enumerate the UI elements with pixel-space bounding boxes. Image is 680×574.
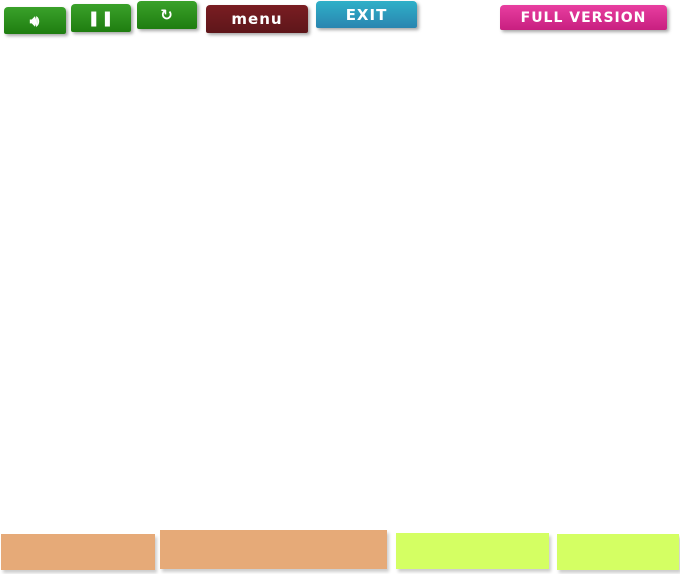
- lime-panel-1: [396, 533, 549, 569]
- speaker-icon: 🔊︎: [29, 11, 41, 30]
- orange-panel-2: [160, 530, 387, 569]
- lime-panel-2: [557, 534, 679, 570]
- menu-button[interactable]: menu: [206, 5, 308, 33]
- sound-button[interactable]: 🔊︎: [4, 7, 66, 34]
- pause-button[interactable]: ❚❚: [71, 4, 131, 32]
- pause-icon: ❚❚: [87, 9, 115, 27]
- orange-panel-1: [1, 534, 155, 570]
- refresh-icon: ↻: [160, 6, 174, 24]
- full-version-button[interactable]: FULL VERSION: [500, 5, 667, 30]
- exit-button[interactable]: exit: [316, 1, 417, 28]
- restart-button[interactable]: ↻: [137, 1, 197, 29]
